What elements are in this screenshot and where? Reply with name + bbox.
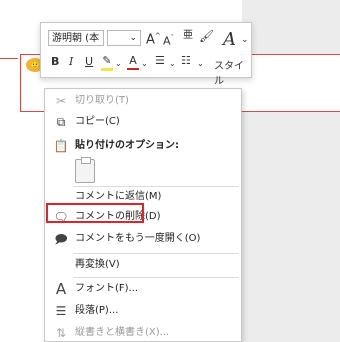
text-direction-icon: ⇅ — [55, 326, 67, 340]
format-painter-icon[interactable]: 🖌 — [199, 29, 214, 43]
bold-button[interactable]: B — [51, 55, 59, 69]
chevron-down-icon: ⌄ — [129, 33, 137, 43]
chevron-down-icon[interactable]: ⌄ — [141, 57, 148, 71]
styles-icon[interactable]: A — [223, 29, 243, 51]
shrink-font-button[interactable]: Aˇ — [163, 31, 174, 49]
menu-item-reopen-comment[interactable]: 🗩 コメントをもう一度開く(O) — [45, 229, 241, 249]
menu-item-cut[interactable]: ✂ 切り取り(T) — [45, 91, 241, 111]
underline-button[interactable]: U — [85, 55, 93, 69]
font-icon: A — [55, 280, 67, 298]
grow-font-button[interactable]: A^ — [146, 29, 161, 47]
reopen-comment-icon: 🗩 — [54, 232, 68, 246]
chevron-down-icon[interactable]: ⌄ — [115, 57, 122, 71]
menu-item-paste-options: 📋 貼り付けのオプション: — [45, 136, 241, 156]
ruby-button[interactable]: 亜 — [183, 29, 193, 43]
highlight-box — [46, 203, 144, 223]
scissors-icon: ✂ — [55, 94, 67, 108]
italic-button[interactable]: I — [69, 55, 73, 69]
chevron-down-icon[interactable]: ⌄ — [197, 57, 204, 71]
highlight-icon[interactable]: ✎ — [101, 54, 113, 71]
divider — [73, 277, 239, 278]
paragraph-icon: ☰ — [55, 304, 67, 318]
clipboard-icon: 📋 — [53, 139, 69, 153]
font-name-select[interactable]: 游明朝 (本 — [48, 30, 104, 46]
styles-label[interactable]: スタイル — [214, 57, 251, 87]
menu-item-paragraph[interactable]: ☰ 段落(P)... — [45, 301, 241, 321]
copy-icon: ⧉ — [56, 115, 66, 129]
bullets-icon[interactable]: ☰ — [155, 54, 165, 68]
numbering-icon[interactable]: ☷ — [181, 54, 191, 68]
chevron-down-icon[interactable]: ⌄ — [169, 57, 176, 71]
context-menu: ✂ 切り取り(T) ⧉ コピー(C) 📋 貼り付けのオプション: コメントに返信… — [44, 88, 242, 342]
menu-item-text-direction[interactable]: ⇅ 縦書きと横書き(X)... — [45, 323, 241, 341]
font-size-select[interactable]: ⌄ — [107, 30, 141, 46]
paste-keep-text-icon[interactable] — [75, 157, 95, 183]
chevron-down-icon[interactable]: ⌄ — [241, 33, 249, 47]
divider — [73, 253, 239, 254]
mini-toolbar: 游明朝 (本 ⌄ A^ Aˇ 亜 🖌 A ⌄ スタイル B I U ✎ ⌄ A … — [40, 22, 252, 87]
font-color-button[interactable]: A — [127, 54, 139, 70]
menu-item-font[interactable]: A フォント(F)... — [45, 279, 241, 299]
comment-anchor-line — [0, 58, 18, 59]
menu-item-copy[interactable]: ⧉ コピー(C) — [45, 112, 241, 132]
menu-item-reconvert[interactable]: 再変換(V) — [45, 255, 241, 275]
